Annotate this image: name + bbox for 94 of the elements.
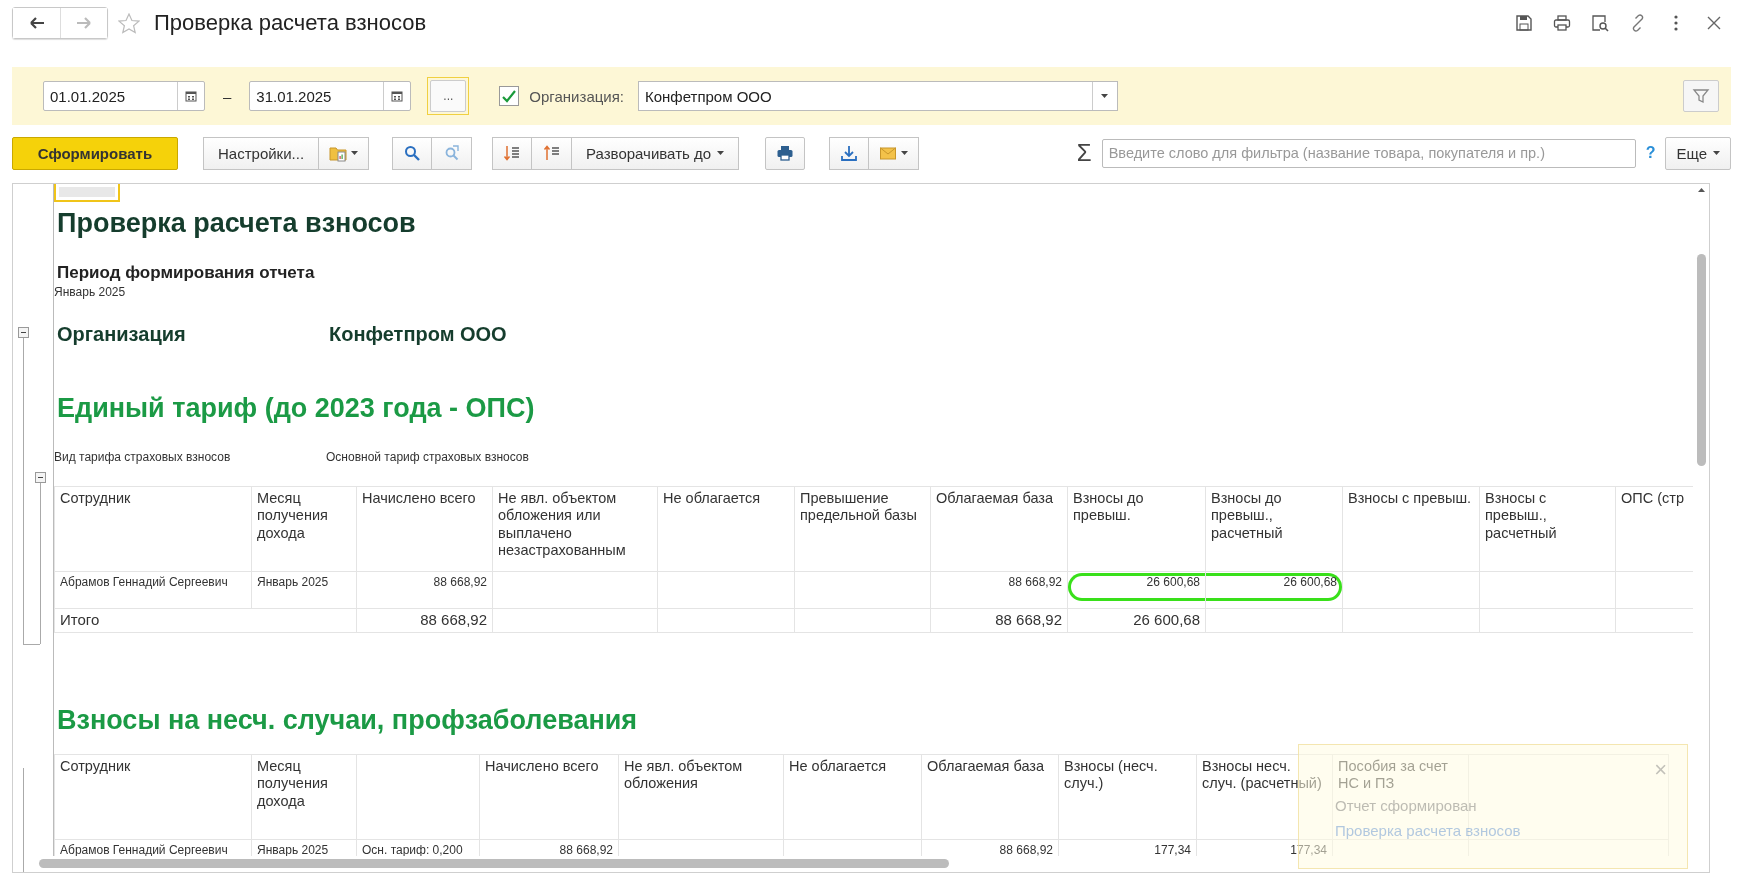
column-header: Облагаемая база xyxy=(921,754,1059,840)
organization-label: Организация xyxy=(57,323,187,346)
column-header: Не явл. объектом обложения или выплачено незастрахованным xyxy=(492,486,658,572)
expand-to-button[interactable]: Разворачивать до xyxy=(572,136,740,170)
collapse-all-button[interactable] xyxy=(492,136,533,170)
tariff-label: Вид тарифа страховых взносов xyxy=(54,450,232,464)
print-icon[interactable] xyxy=(1551,12,1573,34)
total-cell: 88 668,92 xyxy=(356,608,493,633)
section-title: Единый тариф (до 2023 года - ОПС) xyxy=(57,393,536,424)
column-header: Взносы до превыш., расчетный xyxy=(1205,486,1343,572)
folder-report-icon xyxy=(329,144,348,162)
total-cell: 26 600,68 xyxy=(1067,608,1206,633)
filter-button[interactable] xyxy=(1683,80,1719,112)
caret-icon xyxy=(1713,151,1720,155)
column-header: Сотрудник xyxy=(54,486,252,572)
column-header: Не облагается xyxy=(783,754,922,840)
scroll-thumb[interactable] xyxy=(39,859,949,868)
scroll-thumb[interactable] xyxy=(1696,254,1706,466)
variants-button[interactable] xyxy=(319,136,370,170)
generate-button[interactable]: Сформировать xyxy=(12,136,178,170)
search-field[interactable]: Введите слово для фильтра (название товара, покупателя и пр.) xyxy=(1101,138,1636,168)
column-header: Взносы несч. случ. (расчетный) xyxy=(1196,754,1333,840)
table-cell: 26 600,68 xyxy=(1283,575,1337,589)
period-button[interactable]: ... xyxy=(430,80,467,112)
column-header: Облагаемая база xyxy=(930,486,1068,572)
more-button[interactable]: Еще xyxy=(1665,136,1731,170)
caret-icon xyxy=(351,151,359,155)
column-header: Не облагается xyxy=(657,486,795,572)
caret-icon xyxy=(717,151,725,155)
table-cell: 26 600,68 xyxy=(1146,575,1200,589)
period-label: Период формирования отчета xyxy=(57,263,316,283)
table-cell: 88 668,92 xyxy=(356,571,493,609)
checkmark-icon xyxy=(501,89,518,103)
column-header: Взносы до превыш. xyxy=(1067,486,1206,572)
organization-checkbox[interactable] xyxy=(499,86,520,106)
scroll-up-icon[interactable] xyxy=(1697,188,1705,192)
caret-icon xyxy=(1101,94,1109,98)
envelope-icon xyxy=(879,144,898,162)
floppy-icon xyxy=(1515,14,1533,32)
table-cell: Январь 2025 xyxy=(251,571,357,609)
column-header: Месяц получения дохода xyxy=(251,486,357,572)
period-value: Январь 2025 xyxy=(54,285,127,299)
total-label: Итого xyxy=(54,608,357,633)
print-button[interactable] xyxy=(765,136,806,170)
dots-icon xyxy=(1674,15,1678,31)
send-email-button[interactable] xyxy=(869,136,920,170)
column-header: Начислено всего xyxy=(356,486,493,572)
preview-icon[interactable] xyxy=(1589,12,1611,34)
collapse-icon[interactable] xyxy=(18,327,29,338)
column-header: Сотрудник xyxy=(54,754,252,840)
column-header: Начислено всего xyxy=(479,754,619,840)
organization-field[interactable]: Конфетпром ООО xyxy=(638,81,1118,111)
date-from-field[interactable]: 01.01.2025 xyxy=(43,81,205,111)
caret-icon xyxy=(901,151,909,155)
column-header: Не явл. объектом обложения xyxy=(618,754,784,840)
column-header: Взносы (несч. случ.) xyxy=(1058,754,1197,840)
search-icon xyxy=(403,144,422,162)
tariff-value: Основной тариф страховых взносов xyxy=(326,450,529,464)
page-search-icon xyxy=(1591,14,1609,32)
printer-icon xyxy=(776,144,795,162)
cell-cursor xyxy=(54,184,120,202)
column-header: Взносы с превыш., расчетный xyxy=(1479,486,1616,572)
printer-icon xyxy=(1553,14,1571,32)
expand-all-button[interactable] xyxy=(532,136,573,170)
table-cell: Абрамов Геннадий Сергеевич xyxy=(54,571,252,609)
sort-up-icon xyxy=(542,144,561,162)
organization-label: Организация: xyxy=(529,87,624,105)
sort-down-icon xyxy=(503,144,522,162)
help-link[interactable]: ? xyxy=(1645,144,1656,162)
save-icon[interactable] xyxy=(1513,12,1535,34)
save-file-button[interactable] xyxy=(829,136,870,170)
notification-title: Отчет сформирован xyxy=(1335,797,1477,814)
total-cell: 88 668,92 xyxy=(930,608,1068,633)
star-icon xyxy=(118,12,140,34)
find-button[interactable] xyxy=(392,136,433,170)
organization-value: Конфетпром ООО xyxy=(329,323,507,346)
date-to-field[interactable]: 31.01.2025 xyxy=(249,81,412,111)
collapse-icon[interactable] xyxy=(35,472,46,483)
column-header: Взносы с превыш. xyxy=(1342,486,1480,572)
settings-button[interactable]: Настройки... xyxy=(203,136,320,170)
report-title: Проверка расчета взносов xyxy=(57,208,417,239)
calendar-icon xyxy=(390,89,405,103)
calendar-icon xyxy=(184,89,198,103)
column-header: Месяц получения дохода xyxy=(251,754,357,840)
sum-button[interactable]: Σ xyxy=(1076,139,1092,167)
download-icon xyxy=(840,144,859,162)
column-header: Превышение предельной базы xyxy=(794,486,931,572)
table-cell: 88 668,92 xyxy=(930,571,1068,609)
date-range-dash: – xyxy=(223,87,232,105)
section-title: Взносы на несч. случаи, профзаболевания xyxy=(57,704,639,736)
back-button[interactable] xyxy=(13,8,60,38)
close-x-icon xyxy=(1705,14,1723,32)
funnel-icon xyxy=(1692,87,1710,105)
window-title: Проверка расчета взносов xyxy=(154,10,427,36)
